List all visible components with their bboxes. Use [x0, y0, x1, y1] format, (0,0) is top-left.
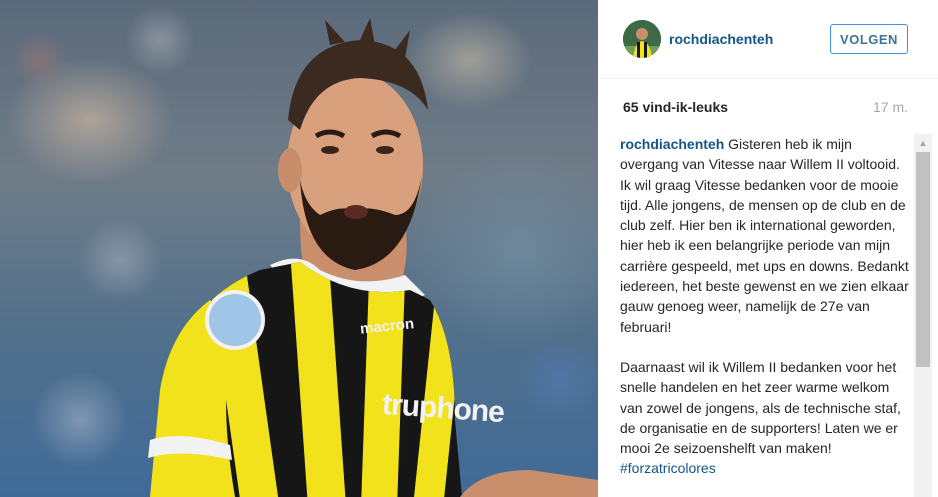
- post-header: rochdiachenteh VOLGEN: [598, 0, 938, 79]
- hashtag-link[interactable]: #forzatricolores: [620, 460, 716, 476]
- scroll-up-arrow-icon[interactable]: ▲: [914, 134, 932, 152]
- caption-container: rochdiachenteh Gisteren heb ik mijn over…: [620, 134, 910, 497]
- scrollbar-thumb[interactable]: [916, 152, 930, 367]
- post-timestamp[interactable]: 17 m.: [873, 99, 908, 115]
- caption-scrollbar[interactable]: ▲: [914, 134, 932, 497]
- player-illustration: [148, 18, 598, 497]
- caption-paragraph-1-body: Ik wil graag Vitesse bedanken voor de mo…: [620, 176, 909, 335]
- post-photo[interactable]: macron truphone: [0, 0, 598, 497]
- caption-author-link[interactable]: rochdiachenteh: [620, 136, 724, 152]
- follow-button[interactable]: VOLGEN: [830, 24, 908, 54]
- avatar[interactable]: [623, 20, 661, 58]
- header-username-link[interactable]: rochdiachenteh: [669, 31, 773, 47]
- caption-paragraph-1: rochdiachenteh Gisteren heb ik mijn over…: [620, 134, 910, 175]
- caption-text: rochdiachenteh Gisteren heb ik mijn over…: [620, 134, 910, 479]
- post-sidebar: rochdiachenteh VOLGEN 65 vind-ik-leuks 1…: [598, 0, 938, 497]
- avatar-image-icon: [623, 20, 661, 58]
- likes-count[interactable]: 65 vind-ik-leuks: [623, 99, 728, 115]
- caption-paragraph-2: Daarnaast wil ik Willem II bedanken voor…: [620, 358, 901, 457]
